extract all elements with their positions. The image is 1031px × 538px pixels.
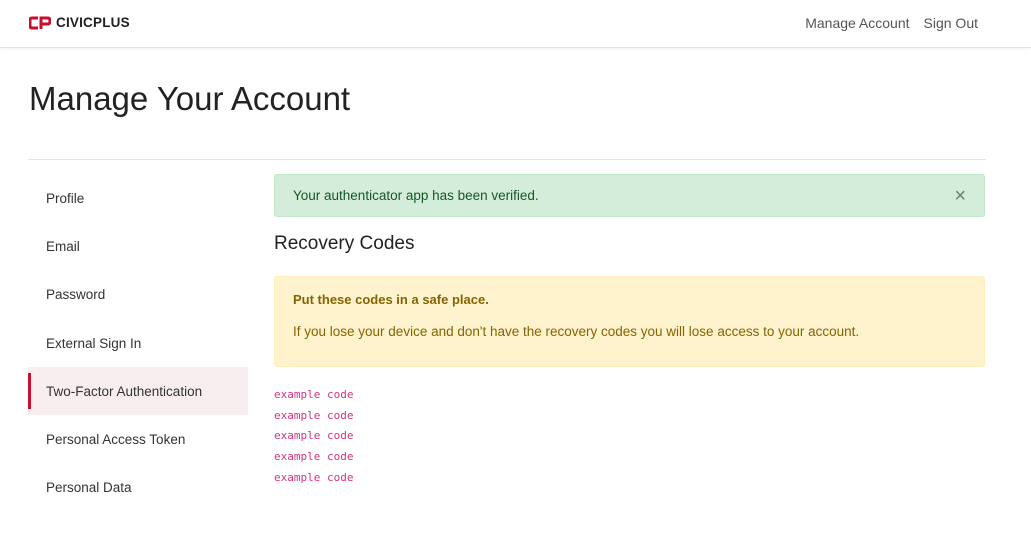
- civicplus-logo[interactable]: CIVICPLUS: [29, 15, 130, 30]
- recovery-code: example code: [274, 470, 354, 484]
- close-icon[interactable]: ×: [954, 186, 966, 206]
- recovery-code: example code: [274, 429, 354, 443]
- recovery-code: example code: [274, 388, 354, 401]
- top-navbar: CIVICPLUS Manage Account Sign Out: [0, 0, 1031, 48]
- sidebar-item-profile[interactable]: Profile: [28, 174, 248, 222]
- warning-title: Put these codes in a safe place.: [293, 292, 489, 307]
- sidebar-item-two-factor-authentication[interactable]: Two-Factor Authentication: [28, 367, 248, 416]
- sidebar-item-personal-data[interactable]: Personal Data: [28, 464, 248, 512]
- nav-sign-out-link[interactable]: Sign Out: [924, 15, 978, 31]
- logo-text: CIVICPLUS: [56, 15, 130, 30]
- nav-manage-account-link[interactable]: Manage Account: [805, 15, 909, 31]
- recovery-codes-list: example code example code example code e…: [274, 385, 353, 489]
- warning-text: If you lose your device and don't have t…: [293, 324, 860, 339]
- sidebar-item-external-sign-in[interactable]: External Sign In: [28, 319, 248, 367]
- warning-alert: Put these codes in a safe place. If you …: [274, 276, 985, 367]
- nav-links: Manage Account Sign Out: [805, 15, 978, 31]
- header-divider: [28, 159, 986, 160]
- recovery-code: example code: [274, 408, 354, 422]
- sidebar-item-email[interactable]: Email: [28, 222, 248, 270]
- recovery-codes-heading: Recovery Codes: [274, 233, 415, 254]
- sidebar-item-personal-access-token[interactable]: Personal Access Token: [28, 415, 248, 463]
- success-alert: Your authenticator app has been verified…: [274, 174, 985, 217]
- page-title: Manage Your Account: [29, 80, 351, 117]
- success-message: Your authenticator app has been verified…: [293, 188, 539, 203]
- civicplus-logo-icon: [29, 16, 51, 29]
- account-sidebar: Profile Email Password External Sign In …: [28, 174, 248, 512]
- sidebar-item-password[interactable]: Password: [28, 271, 248, 319]
- recovery-code: example code: [274, 450, 354, 464]
